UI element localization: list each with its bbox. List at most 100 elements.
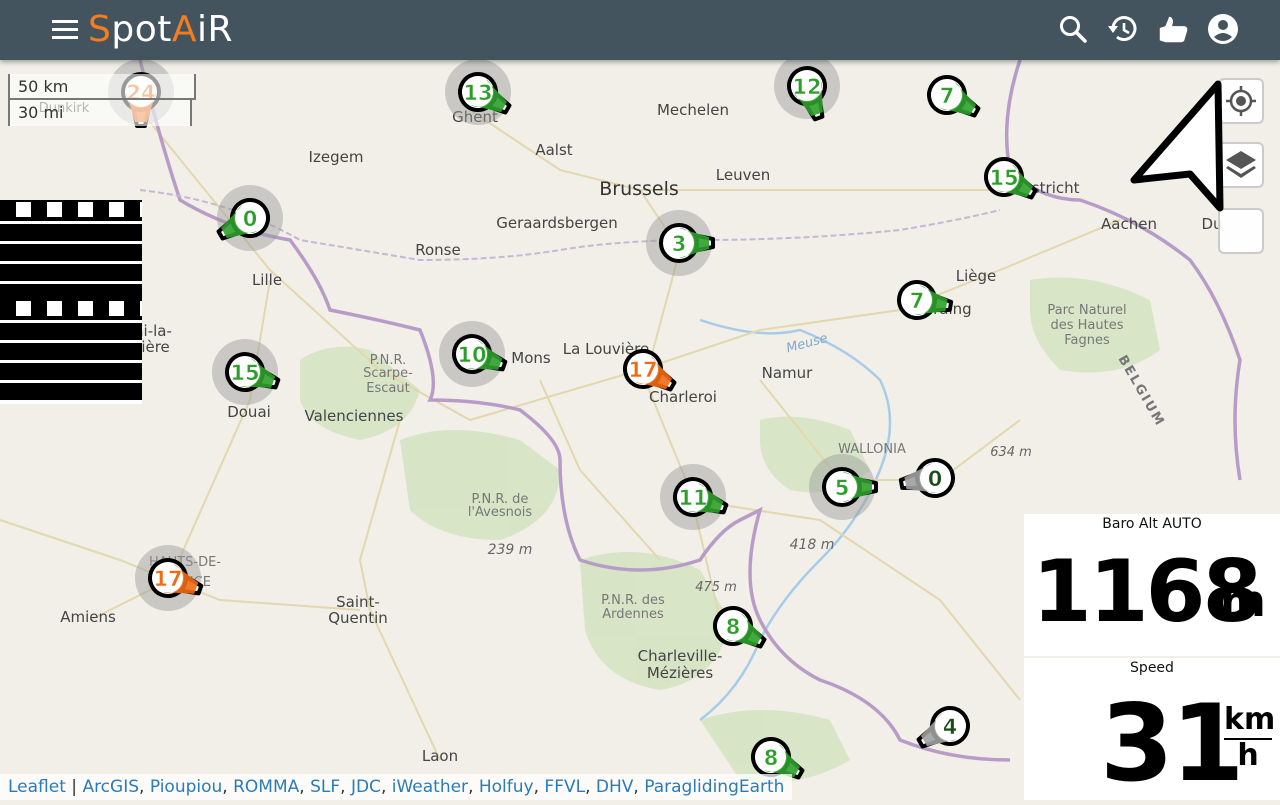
place-label: Brussels [599, 178, 679, 200]
locate-icon [1226, 86, 1256, 116]
attribution-comma: , [299, 777, 311, 797]
checkered-panel [0, 200, 142, 404]
panel-stripe [0, 360, 142, 363]
marker-value: 8 [726, 615, 741, 639]
attribution-link-holfuy[interactable]: Holfuy [479, 777, 534, 797]
attribution-link-slf[interactable]: SLF [310, 777, 340, 797]
marker-value: 5 [835, 476, 850, 500]
checker-square [78, 301, 93, 316]
app-bar: SpotAiR [0, 0, 1280, 60]
speed-widget: Speed 31 km h [1024, 658, 1280, 805]
place-label: Mézières [647, 664, 714, 682]
marker-value: 0 [243, 207, 258, 231]
place-label: Mons [511, 349, 551, 367]
place-label: 239 m [488, 542, 533, 558]
place-label: Charleville- [638, 647, 723, 665]
place-label: Izegem [309, 148, 364, 166]
attribution-link-arcgis[interactable]: ArcGIS [82, 777, 139, 797]
place-label: Scarpe- [363, 366, 413, 381]
place-label: 418 m [790, 537, 835, 553]
place-label: Lille [252, 271, 282, 289]
place-label: P.N.R. des [601, 593, 665, 608]
panel-stripe [0, 281, 142, 284]
place-label: Ronse [415, 241, 460, 259]
panel-stripe [0, 320, 142, 323]
speed-unit-bottom: h [1237, 738, 1259, 773]
speed-unit-top: km [1224, 702, 1276, 737]
marker-value: 7 [910, 289, 925, 313]
attribution-comma: , [380, 777, 392, 797]
history-icon[interactable] [1106, 12, 1140, 46]
marker-value: 17 [628, 358, 657, 382]
place-label: Fagnes [1064, 333, 1110, 348]
attribution-link-iweather[interactable]: iWeather [392, 777, 468, 797]
checker-square [47, 301, 62, 316]
panel-stripe [0, 241, 142, 244]
checker-square [16, 202, 31, 217]
place-label: l'Avesnois [468, 505, 533, 520]
thumbs-icon[interactable] [1156, 12, 1190, 46]
place-label: Quentin [328, 609, 388, 627]
brand-s: S [88, 9, 112, 50]
search-icon[interactable] [1056, 12, 1090, 46]
place-label: Liège [956, 267, 997, 285]
place-label: 475 m [695, 580, 737, 595]
checker-square [78, 202, 93, 217]
map-scale: 50 km 30 mi [8, 74, 196, 126]
place-label: Douai [227, 403, 271, 421]
panel-stripe [0, 380, 142, 383]
marker-value: 0 [928, 467, 943, 491]
place-label: Laon [422, 747, 458, 765]
attribution-comma: , [139, 777, 150, 797]
attribution-link-pioupiou[interactable]: Pioupiou [150, 777, 222, 797]
marker-value: 12 [792, 75, 821, 99]
leaflet-link[interactable]: Leaflet [8, 777, 66, 797]
brand-a: A [171, 9, 197, 50]
checker-square [140, 301, 142, 316]
panel-stripe [0, 340, 142, 343]
panel-stripe [0, 261, 142, 264]
speed-value: 31 [1100, 682, 1245, 805]
attribution-link-romma[interactable]: ROMMA [233, 777, 299, 797]
altitude-unit: m [1220, 576, 1266, 627]
attribution-link-jdc[interactable]: JDC [351, 777, 381, 797]
place-label: Ardennes [602, 607, 664, 622]
attribution-link-ffvl[interactable]: FFVL [544, 777, 585, 797]
account-icon[interactable] [1206, 12, 1240, 46]
place-label: Amiens [60, 608, 116, 626]
marker-value: 10 [457, 343, 486, 367]
place-label: Charleroi [649, 388, 717, 406]
checker-square [109, 202, 124, 217]
app-logo: SpotAiR [88, 10, 233, 50]
checker-square [140, 202, 142, 217]
place-label: des Hautes [1050, 318, 1123, 333]
attribution-link-dhv[interactable]: DHV [596, 777, 634, 797]
marker-value: 15 [989, 166, 1018, 190]
checker-square [16, 301, 31, 316]
marker-value: 15 [230, 361, 259, 385]
marker-value: 17 [153, 567, 182, 591]
attribution-comma: , [633, 777, 645, 797]
panel-stripe [0, 400, 142, 404]
altitude-widget: Baro Alt AUTO 1168 m [1024, 514, 1280, 656]
menu-icon[interactable] [48, 14, 82, 46]
marker-value: 4 [943, 715, 958, 739]
checker-square [47, 202, 62, 217]
speed-label: Speed [1130, 660, 1174, 676]
panel-stripe [0, 221, 142, 224]
place-label: Valenciennes [305, 407, 404, 425]
map-attribution: Leaflet | ArcGIS, Pioupiou, ROMMA, SLF, … [0, 774, 793, 800]
attribution-comma: , [533, 777, 545, 797]
marker-value: 7 [940, 84, 955, 108]
marker-value: 13 [463, 81, 492, 105]
place-label: Namur [762, 364, 814, 382]
attribution-link-paraglidingearth[interactable]: ParaglidingEarth [644, 777, 784, 797]
brand-ir: iR [197, 9, 234, 50]
place-label: Mechelen [657, 101, 729, 119]
attribution-separator: | [65, 777, 83, 797]
brand-pot: pot [111, 9, 172, 50]
attribution-comma: , [468, 777, 479, 797]
place-label: Geraardsbergen [496, 214, 618, 232]
place-label: 634 m [990, 445, 1032, 460]
marker-value: 3 [672, 232, 687, 256]
